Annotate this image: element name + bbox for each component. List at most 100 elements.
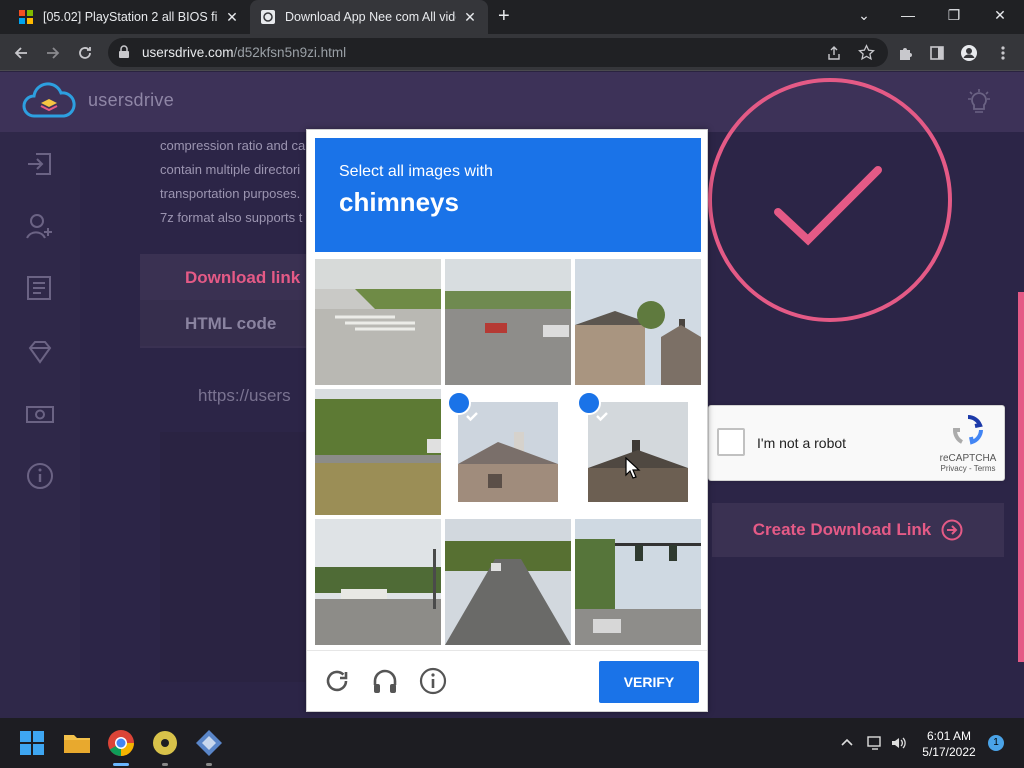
arrow-circle-right-icon xyxy=(941,519,963,541)
restore-button[interactable]: ❐ xyxy=(930,0,978,34)
sign-in-icon[interactable] xyxy=(24,148,56,180)
mouse-cursor-icon xyxy=(625,457,641,479)
tab-html-code[interactable]: HTML code xyxy=(185,314,276,334)
image-tile[interactable] xyxy=(315,259,441,385)
check-icon xyxy=(466,412,478,422)
arrow-right-icon xyxy=(47,47,60,59)
network-icon[interactable] xyxy=(866,735,884,751)
share-icon[interactable] xyxy=(826,45,842,61)
add-user-icon[interactable] xyxy=(24,210,56,242)
back-button[interactable] xyxy=(8,40,34,66)
disc-app-icon[interactable] xyxy=(149,727,181,759)
system-clock[interactable]: 6:01 AM 5/17/2022 xyxy=(920,728,978,760)
menu-button[interactable] xyxy=(990,40,1016,66)
new-tab-button[interactable]: + xyxy=(498,6,510,26)
close-tab-icon[interactable]: ✕ xyxy=(224,9,240,26)
running-indicator xyxy=(206,763,212,766)
tab-bios[interactable]: [05.02] PlayStation 2 all BIOS file ✕ xyxy=(8,0,250,34)
recaptcha-label: I'm not a robot xyxy=(757,435,847,451)
tab-download-link[interactable]: Download link xyxy=(185,268,300,288)
address-bar[interactable]: usersdrive.com/d52kfsn5n9zi.html xyxy=(108,38,888,67)
reload-icon[interactable] xyxy=(323,667,351,695)
tab-title: [05.02] PlayStation 2 all BIOS file xyxy=(43,10,218,24)
file-explorer-icon[interactable] xyxy=(61,727,93,759)
tab-bar: [05.02] PlayStation 2 all BIOS file ✕ Do… xyxy=(0,0,1024,34)
recaptcha-logo: reCAPTCHA Privacy - Terms xyxy=(935,414,1001,473)
url-path: /d52kfsn5n9zi.html xyxy=(233,45,347,60)
running-indicator xyxy=(113,763,129,766)
image-tile[interactable] xyxy=(445,519,571,645)
reload-button[interactable] xyxy=(72,40,98,66)
reload-icon xyxy=(79,47,91,59)
image-tile[interactable] xyxy=(315,389,441,515)
description-line: 7z format also supports t xyxy=(160,210,303,225)
clock-date: 5/17/2022 xyxy=(922,745,976,759)
cloud-logo-icon[interactable] xyxy=(22,82,76,122)
link-tabs: Download link HTML code xyxy=(140,254,310,348)
scrollbar[interactable] xyxy=(1018,292,1024,662)
url-text: usersdrive.com/d52kfsn5n9zi.html xyxy=(142,45,346,60)
headphones-icon[interactable] xyxy=(371,667,399,695)
kebab-menu-icon xyxy=(1001,46,1005,60)
minimize-button[interactable]: — xyxy=(884,0,932,34)
site-brand[interactable]: usersdrive xyxy=(88,90,174,111)
file-list-icon[interactable] xyxy=(24,272,56,304)
image-tile[interactable] xyxy=(575,519,701,645)
description-line: compression ratio and ca xyxy=(160,138,306,153)
image-tile[interactable] xyxy=(315,519,441,645)
image-tile[interactable] xyxy=(445,259,571,385)
money-icon[interactable] xyxy=(24,398,56,430)
tile-photo xyxy=(445,519,571,645)
tab-search-icon[interactable]: ⌄ xyxy=(840,0,888,34)
tile-photo xyxy=(315,389,441,515)
side-panel-icon xyxy=(930,46,944,60)
recaptcha-checkbox[interactable] xyxy=(717,428,745,456)
side-panel-button[interactable] xyxy=(924,40,950,66)
windows-logo-icon xyxy=(19,10,33,24)
tab-title: Download App Nee com All vide xyxy=(285,10,456,24)
image-tile[interactable] xyxy=(575,259,701,385)
info-icon[interactable] xyxy=(24,460,56,492)
verify-button[interactable]: VERIFY xyxy=(599,661,699,703)
tile-photo xyxy=(575,259,701,385)
info-icon[interactable] xyxy=(419,667,447,695)
link-url-preview[interactable]: https://users xyxy=(198,386,291,406)
profile-button[interactable] xyxy=(956,40,982,66)
tile-photo xyxy=(445,259,571,385)
description-line: contain multiple directori xyxy=(160,162,301,177)
extensions-button[interactable] xyxy=(893,40,919,66)
success-check-icon xyxy=(708,78,952,322)
chevron-up-icon[interactable] xyxy=(840,735,854,749)
tile-photo xyxy=(315,519,441,645)
selected-check-icon xyxy=(577,391,608,422)
image-tile-selected[interactable] xyxy=(575,389,701,515)
recaptcha-icon xyxy=(953,415,983,445)
content-panel xyxy=(160,432,310,682)
diamond-icon[interactable] xyxy=(24,336,56,368)
challenge-header: Select all images with chimneys xyxy=(315,138,701,252)
start-icon[interactable] xyxy=(16,727,48,759)
taskbar: 6:01 AM 5/17/2022 1 xyxy=(0,718,1024,768)
create-download-link-button[interactable]: Create Download Link xyxy=(712,503,1004,557)
challenge-footer: VERIFY xyxy=(307,650,707,712)
description-line: transportation purposes. xyxy=(160,186,301,201)
tab-appnee[interactable]: Download App Nee com All vide ✕ xyxy=(250,0,488,34)
notification-badge[interactable]: 1 xyxy=(988,735,1004,751)
running-indicator xyxy=(162,763,168,766)
close-window-button[interactable]: ✕ xyxy=(976,0,1024,34)
browser-toolbar: usersdrive.com/d52kfsn5n9zi.html xyxy=(0,34,1024,71)
file-description: compression ratio and ca contain multipl… xyxy=(160,134,320,230)
star-icon[interactable] xyxy=(858,44,875,61)
lightbulb-icon[interactable] xyxy=(966,88,992,116)
chrome-icon[interactable] xyxy=(105,727,137,759)
close-tab-icon[interactable]: ✕ xyxy=(462,9,478,26)
recaptcha-terms[interactable]: Privacy - Terms xyxy=(935,464,1001,473)
settings-app-icon[interactable] xyxy=(193,727,225,759)
sidebar xyxy=(0,132,80,718)
puzzle-icon xyxy=(900,48,912,60)
image-tile-selected[interactable] xyxy=(445,389,571,515)
captcha-challenge: Select all images with chimneys VERIFY xyxy=(306,129,708,712)
forward-button[interactable] xyxy=(40,40,66,66)
volume-icon[interactable] xyxy=(890,735,908,751)
tile-photo xyxy=(315,259,441,385)
